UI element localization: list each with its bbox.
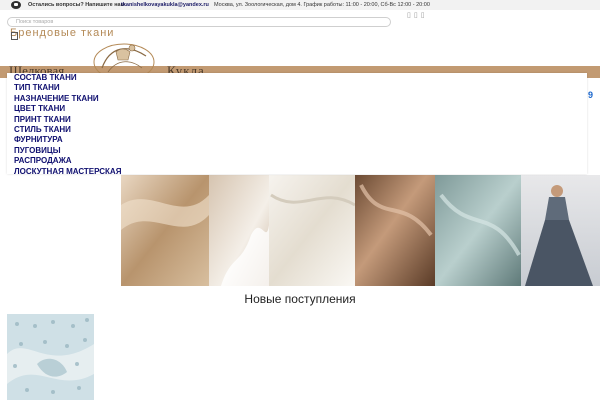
search-bar[interactable] [7, 17, 391, 27]
broken-image-icon [11, 32, 18, 40]
menu-item-color[interactable]: ЦВЕТ ТКАНИ [7, 104, 587, 114]
band-digit: 9 [588, 90, 594, 100]
product-thumbnail[interactable] [7, 314, 94, 400]
search-input[interactable] [16, 18, 376, 26]
header-icons: ▯▯▯ [407, 11, 428, 19]
catalog-menu: СОСТАВ ТКАНИ ТИП ТКАНИ НАЗНАЧЕНИЕ ТКАНИ … [7, 73, 587, 177]
store-address: Москва, ул. Зоологическая, дом 4. График… [214, 2, 430, 8]
user-icon[interactable]: ▯ [407, 12, 414, 19]
chat-icon[interactable] [11, 1, 21, 9]
menu-item-sale[interactable]: РАСПРОДАЖА [7, 156, 587, 166]
contact-question: Остались вопросы? Напишите нам [28, 2, 125, 8]
menu-item-type[interactable]: ТИП ТКАНИ [7, 83, 587, 93]
menu-item-composition[interactable]: СОСТАВ ТКАНИ [7, 73, 587, 83]
contact-email-link[interactable]: tkanishelkovayakukla@yandex.ru [121, 0, 209, 10]
menu-item-print[interactable]: ПРИНТ ТКАНИ [7, 115, 587, 125]
menu-item-buttons[interactable]: ПУГОВИЦЫ [7, 146, 587, 156]
top-info-bar: Остались вопросы? Напишите нам tkanishel… [0, 0, 600, 10]
cart-icon[interactable]: ▯ [421, 12, 428, 19]
heart-icon[interactable]: ▯ [414, 12, 421, 19]
menu-item-style[interactable]: СТИЛЬ ТКАНИ [7, 125, 587, 135]
new-arrivals-heading: Новые поступления [244, 292, 356, 306]
menu-item-purpose[interactable]: НАЗНАЧЕНИЕ ТКАНИ [7, 94, 587, 104]
menu-item-patchwork[interactable]: ЛОСКУТНАЯ МАСТЕРСКАЯ [7, 167, 587, 177]
hero-banner-image[interactable] [121, 175, 600, 286]
menu-item-hardware[interactable]: ФУРНИТУРА [7, 135, 587, 145]
